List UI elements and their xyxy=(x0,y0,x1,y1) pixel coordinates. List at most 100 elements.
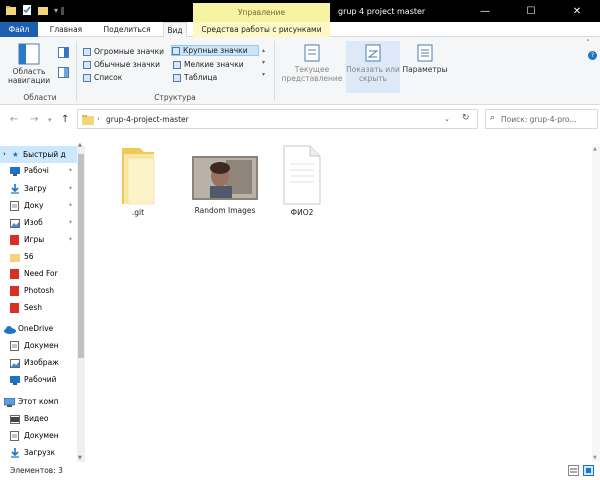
sidebar-item[interactable]: Докумен xyxy=(0,427,78,444)
sidebar-item[interactable]: Доку ✦ xyxy=(0,197,78,214)
address-dropdown-icon[interactable]: ⌄ xyxy=(444,115,450,123)
forward-icon[interactable]: → xyxy=(30,114,38,125)
panes-group-label: Области xyxy=(23,93,57,102)
nav-item-label: Загрузк xyxy=(24,448,56,457)
nav-item-label: Быстрый д xyxy=(23,150,66,159)
pin-icon[interactable]: ✦ xyxy=(68,214,73,231)
sidebar-item[interactable]: Загрузк xyxy=(0,444,78,461)
layout-large-icons[interactable]: Крупные значки xyxy=(171,45,259,56)
folder-icon[interactable] xyxy=(6,5,16,15)
sidebar-item[interactable]: Загру ✦ xyxy=(0,180,78,197)
scroll-down-icon[interactable]: ▼ xyxy=(78,455,82,461)
layout-scroll-arrows[interactable]: ▴ ▾ ▾ xyxy=(262,45,265,81)
layout-group-label: Структура xyxy=(154,93,196,102)
search-box[interactable]: ⌕ Поиск: grup-4-pro... xyxy=(485,109,598,129)
refresh-icon[interactable]: ↻ xyxy=(462,113,470,123)
sidebar-item[interactable]: Рабочі ✦ xyxy=(0,162,78,179)
nav-item-label: 56 xyxy=(24,252,34,261)
large-icons-view-icon[interactable] xyxy=(583,465,594,478)
breadcrumb-chevron-icon[interactable]: › xyxy=(97,115,100,123)
file-name: .git xyxy=(131,208,145,217)
nav-item-label: Видео xyxy=(24,414,49,423)
layout-extra-large-icons[interactable]: Огромные значки xyxy=(83,46,164,57)
sidebar-item[interactable]: Видео xyxy=(0,410,78,427)
ribbon-separator xyxy=(76,41,77,101)
nav-item-label: Photosh xyxy=(24,286,55,295)
quick-access-toolbar: ▾ ‖ xyxy=(6,5,65,15)
maximize-button[interactable]: ☐ xyxy=(508,0,554,22)
options-label: Параметры xyxy=(402,65,448,74)
folder-red-icon xyxy=(10,234,19,248)
scroll-up-icon[interactable]: ▲ xyxy=(78,142,82,148)
layout-list[interactable]: Список xyxy=(83,72,122,83)
file-item-fio2[interactable]: ФИО2 xyxy=(274,144,330,217)
medium-icons-icon xyxy=(83,60,91,69)
nav-item-label: OneDrive xyxy=(18,324,54,333)
preview-pane-icon[interactable] xyxy=(58,47,69,60)
layout-label: Крупные значки xyxy=(183,46,248,55)
show-hide-button[interactable]: Показать или скрыть xyxy=(346,41,400,93)
layout-details[interactable]: Таблица xyxy=(173,72,217,83)
options-button[interactable]: Параметры xyxy=(400,43,450,74)
properties-icon[interactable] xyxy=(22,5,32,15)
navigation-pane-button[interactable]: Область навигации xyxy=(8,43,50,85)
sidebar-item[interactable]: Этот комп xyxy=(0,393,78,410)
details-pane-icon[interactable] xyxy=(58,67,69,80)
pin-icon[interactable]: ✦ xyxy=(68,231,73,248)
minimize-ribbon-icon[interactable]: ˄ xyxy=(586,39,590,47)
nav-item-label: Sesh xyxy=(24,303,43,312)
current-view-icon xyxy=(304,44,320,62)
minimize-button[interactable]: — xyxy=(462,0,508,22)
sidebar-item[interactable]: Игры ✦ xyxy=(0,231,78,248)
pin-icon[interactable]: ✦ xyxy=(68,162,73,179)
scroll-up-icon[interactable]: ▲ xyxy=(593,146,597,152)
navigation-scrollbar-thumb[interactable] xyxy=(78,154,84,358)
sidebar-item[interactable]: Sesh xyxy=(0,299,78,316)
scroll-down-icon[interactable]: ▼ xyxy=(593,455,597,461)
folder-yellow-icon xyxy=(10,251,20,265)
document-icon xyxy=(10,340,19,354)
chevron-down-icon[interactable]: › xyxy=(3,146,6,163)
sidebar-item[interactable]: Изоб ✦ xyxy=(0,214,78,231)
nav-item-label: Доку xyxy=(24,201,44,210)
folder-red-icon xyxy=(10,302,19,316)
current-view-button[interactable]: Текущее представление xyxy=(280,43,344,83)
layout-label: Огромные значки xyxy=(94,47,164,56)
document-icon xyxy=(283,145,321,205)
pin-icon[interactable]: ✦ xyxy=(68,197,73,214)
sidebar-item[interactable]: Докумен xyxy=(0,337,78,354)
details-view-icon[interactable] xyxy=(568,465,579,478)
tab-view[interactable]: Вид xyxy=(163,22,187,38)
nav-quick-access[interactable]: › ★ Быстрый д xyxy=(0,146,78,163)
download-icon xyxy=(10,447,20,461)
image-icon xyxy=(10,357,20,371)
sidebar-item[interactable]: Изображ xyxy=(0,354,78,371)
sidebar-item[interactable]: 56 xyxy=(0,248,78,265)
new-folder-icon[interactable] xyxy=(38,5,48,15)
file-item-random-images[interactable]: Random Images xyxy=(182,156,268,215)
tab-picture-tools[interactable]: Средства работы с рисунками xyxy=(193,22,330,37)
layout-medium-icons[interactable]: Обычные значки xyxy=(83,59,160,70)
sidebar-item[interactable]: OneDrive xyxy=(0,320,78,337)
help-icon[interactable]: ? xyxy=(588,51,597,60)
close-button[interactable]: ✕ xyxy=(554,0,600,22)
up-icon[interactable]: ↑ xyxy=(61,114,69,125)
file-item-git[interactable]: .git xyxy=(100,144,176,217)
tab-file[interactable]: Файл xyxy=(0,22,38,37)
customize-quick-access-icon[interactable]: ▾ ‖ xyxy=(54,6,65,15)
layout-small-icons[interactable]: Мелкие значки xyxy=(173,59,244,70)
navigation-pane-icon xyxy=(18,43,40,65)
navigation-pane-label: Область навигации xyxy=(8,67,51,85)
content-scrollbar[interactable] xyxy=(592,144,600,462)
pin-icon[interactable]: ✦ xyxy=(68,180,73,197)
sidebar-item[interactable]: Photosh xyxy=(0,282,78,299)
sidebar-item[interactable]: Need For xyxy=(0,265,78,282)
file-name: Random Images xyxy=(194,206,256,215)
back-icon[interactable]: ← xyxy=(10,114,18,125)
tab-home[interactable]: Главная xyxy=(42,22,90,37)
address-path: grup-4-project-master xyxy=(106,115,189,124)
address-bar[interactable]: › grup-4-project-master ⌄ ↻ xyxy=(77,109,478,129)
tab-share[interactable]: Поделиться xyxy=(94,22,160,37)
recent-locations-icon[interactable]: ▾ xyxy=(48,116,52,124)
sidebar-item[interactable]: Рабочий xyxy=(0,371,78,388)
